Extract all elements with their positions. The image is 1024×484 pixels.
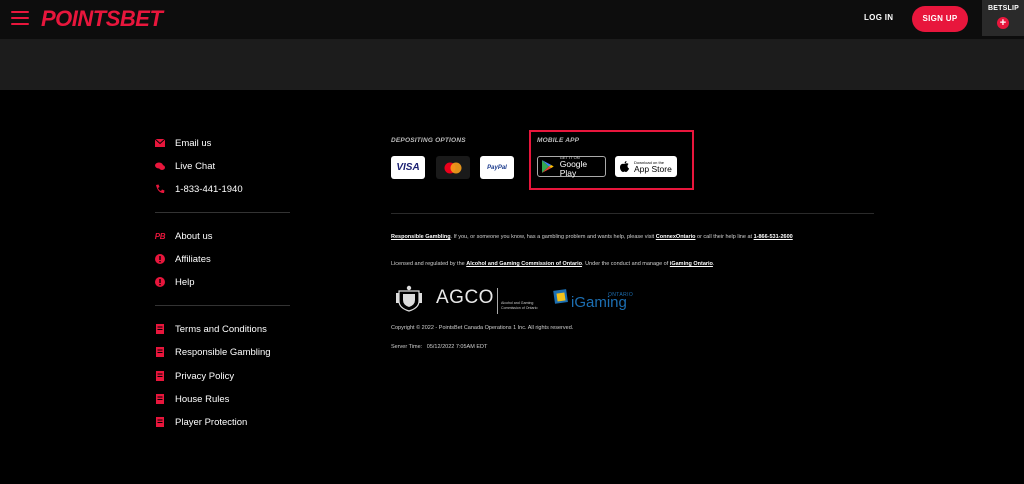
affiliates-link[interactable]: Affiliates bbox=[155, 252, 211, 266]
terms-label: Terms and Conditions bbox=[175, 323, 267, 335]
connex-ontario-link[interactable]: ConnexOntario bbox=[656, 234, 696, 240]
privacy-policy-link[interactable]: Privacy Policy bbox=[155, 369, 234, 383]
agco-link[interactable]: Alcohol and Gaming Commission of Ontario bbox=[466, 261, 582, 267]
google-play-icon bbox=[542, 160, 554, 173]
phone-link[interactable]: 1-833-441-1940 bbox=[155, 182, 243, 196]
ontario-label: ONTARIO bbox=[608, 292, 634, 298]
privacy-policy-label: Privacy Policy bbox=[175, 370, 235, 382]
agco-logo: AGCO bbox=[436, 287, 494, 308]
google-play-big: Google Play bbox=[559, 159, 588, 178]
mastercard-logo bbox=[436, 156, 470, 179]
app-store-big: App Store bbox=[634, 163, 672, 174]
player-protection-label: Player Protection bbox=[175, 416, 248, 428]
betslip-label: BETSLIP bbox=[988, 5, 1019, 12]
house-rules-link[interactable]: House Rules bbox=[155, 392, 229, 406]
responsible-gambling-notice: Responsible Gambling. If you, or someone… bbox=[391, 234, 793, 240]
responsible-gambling-label: Responsible Gambling bbox=[175, 346, 271, 358]
helpline-link[interactable]: 1-866-531-2600 bbox=[754, 234, 793, 240]
info-icon bbox=[155, 254, 165, 264]
about-us-link[interactable]: PB About us bbox=[155, 229, 213, 243]
top-nav-bar: POINTSBET LOG IN SIGN UP BETSLIP + bbox=[0, 0, 1024, 39]
notice-text: or call their help line at bbox=[695, 234, 754, 240]
notice-text: . Under the conduct and manage of bbox=[582, 261, 670, 267]
content-band bbox=[0, 39, 1024, 90]
agco-divider bbox=[497, 288, 498, 314]
document-icon bbox=[155, 347, 165, 357]
google-play-button[interactable]: GET IT ON Google Play bbox=[537, 155, 606, 178]
server-time: Server Time: 05/12/2022 7:05AM EDT bbox=[391, 344, 487, 350]
visa-logo: VISA bbox=[391, 156, 425, 179]
phone-icon bbox=[155, 184, 165, 194]
paypal-logo: PayPal bbox=[480, 156, 514, 179]
divider bbox=[155, 305, 290, 306]
chat-icon bbox=[155, 161, 165, 171]
envelope-icon bbox=[155, 138, 165, 148]
agco-subtitle-line: Commission of Ontario bbox=[501, 305, 538, 310]
pb-icon: PB bbox=[154, 231, 166, 241]
server-time-label: Server Time: bbox=[391, 344, 423, 350]
igaming-ontario-link[interactable]: iGaming Ontario bbox=[670, 261, 713, 267]
phone-label: 1-833-441-1940 bbox=[175, 183, 243, 195]
igaming-ontario-icon bbox=[553, 289, 568, 304]
agco-subtitle: Alcohol and Gaming Commission of Ontario bbox=[501, 301, 538, 310]
affiliates-label: Affiliates bbox=[175, 253, 211, 265]
betslip-button[interactable]: BETSLIP + bbox=[982, 0, 1024, 36]
email-us-link[interactable]: Email us bbox=[155, 136, 211, 150]
responsible-gambling-inline-link[interactable]: Responsible Gambling bbox=[391, 234, 451, 240]
depositing-options-title: DEPOSITING OPTIONS bbox=[391, 137, 466, 144]
document-icon bbox=[155, 417, 165, 427]
mobile-app-title: MOBILE APP bbox=[537, 137, 580, 144]
pointsbet-logo[interactable]: POINTSBET bbox=[41, 6, 163, 32]
apple-icon bbox=[620, 161, 629, 172]
help-link[interactable]: Help bbox=[155, 275, 195, 289]
login-button[interactable]: LOG IN bbox=[864, 13, 893, 22]
document-icon bbox=[155, 371, 165, 381]
email-us-label: Email us bbox=[175, 137, 212, 149]
document-icon bbox=[155, 324, 165, 334]
notice-text: . If you, or someone you know, has a gam… bbox=[450, 234, 656, 240]
ontario-crest-icon bbox=[396, 285, 422, 312]
info-icon bbox=[155, 277, 165, 287]
signup-button[interactable]: SIGN UP bbox=[912, 6, 968, 32]
document-icon bbox=[155, 394, 165, 404]
notice-text: Licensed and regulated by the bbox=[391, 261, 467, 267]
divider bbox=[391, 213, 874, 214]
agco-subtitle-line: Alcohol and Gaming bbox=[501, 301, 534, 305]
paypal-label: PayPal bbox=[487, 164, 507, 171]
copyright-text: Copyright © 2022 - PointsBet Canada Oper… bbox=[391, 325, 574, 331]
notice-text: . bbox=[712, 261, 715, 267]
divider bbox=[155, 212, 290, 213]
player-protection-link[interactable]: Player Protection bbox=[155, 415, 247, 429]
terms-link[interactable]: Terms and Conditions bbox=[155, 322, 267, 336]
house-rules-label: House Rules bbox=[175, 393, 230, 405]
help-label: Help bbox=[175, 276, 195, 288]
menu-icon[interactable] bbox=[11, 11, 29, 26]
about-us-label: About us bbox=[175, 230, 213, 242]
responsible-gambling-link[interactable]: Responsible Gambling bbox=[155, 345, 271, 359]
server-time-value: 05/12/2022 7:05AM EDT bbox=[426, 344, 488, 350]
live-chat-label: Live Chat bbox=[175, 160, 216, 172]
licensing-notice: Licensed and regulated by the Alcohol an… bbox=[391, 261, 714, 267]
app-store-button[interactable]: Download on the App Store bbox=[615, 156, 677, 177]
live-chat-link[interactable]: Live Chat bbox=[155, 159, 215, 173]
plus-icon: + bbox=[997, 17, 1009, 29]
